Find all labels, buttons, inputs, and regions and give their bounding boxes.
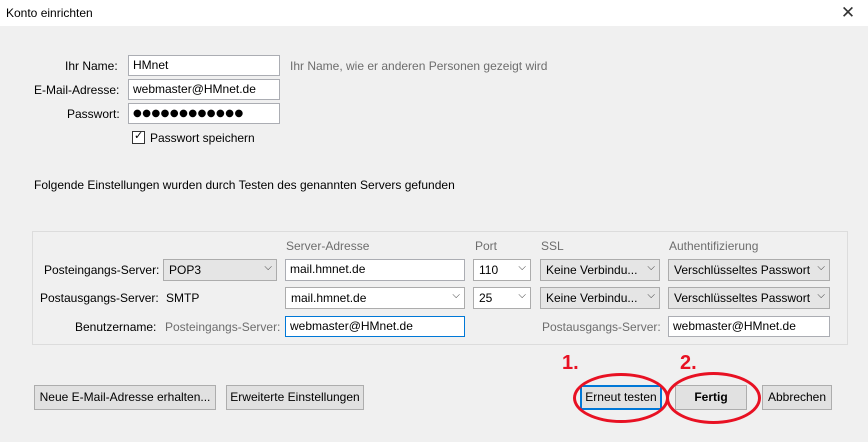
incoming-auth-select[interactable]: Verschlüsseltes Passwort ⌵ — [668, 259, 830, 281]
title-bar: Konto einrichten ✕ — [0, 0, 868, 26]
outgoing-auth-select[interactable]: Verschlüsseltes Passwort ⌵ — [668, 287, 830, 309]
window-title: Konto einrichten — [6, 6, 93, 20]
incoming-ssl-value: Keine Verbindu... — [546, 263, 638, 277]
username-label: Benutzername: — [75, 320, 157, 334]
incoming-port-value: 110 — [479, 263, 499, 277]
chevron-down-icon: ⌵ — [647, 262, 655, 273]
cancel-button[interactable]: Abbrechen — [762, 385, 832, 410]
header-server-address: Server-Adresse — [286, 239, 370, 253]
username-outgoing-input[interactable]: webmaster@HMnet.de — [668, 316, 830, 337]
chevron-down-icon: ⌵ — [817, 262, 825, 273]
check-icon: ✓ — [134, 129, 144, 142]
incoming-protocol-select[interactable]: POP3 ⌵ — [163, 259, 277, 281]
outgoing-address-value: mail.hmnet.de — [291, 291, 367, 305]
remember-password-checkbox[interactable]: ✓ — [132, 129, 145, 144]
name-input[interactable]: HMnet — [128, 55, 280, 76]
outgoing-server-label: Postausgangs-Server: — [40, 291, 159, 305]
outgoing-port-value: 25 — [479, 291, 493, 305]
annotation-ring-done — [666, 372, 761, 424]
annotation-step-1: 1. — [562, 352, 579, 374]
incoming-auth-value: Verschlüsseltes Passwort — [674, 263, 811, 277]
chevron-down-icon: ⌵ — [518, 262, 526, 273]
email-input[interactable]: webmaster@HMnet.de — [128, 79, 280, 100]
incoming-server-label: Posteingangs-Server: — [44, 263, 160, 277]
chevron-down-icon: ⌵ — [264, 262, 272, 273]
outgoing-ssl-select[interactable]: Keine Verbindu... ⌵ — [540, 287, 660, 309]
name-hint: Ihr Name, wie er anderen Personen gezeig… — [290, 59, 548, 73]
outgoing-ssl-value: Keine Verbindu... — [546, 291, 638, 305]
outgoing-auth-value: Verschlüsseltes Passwort — [674, 291, 811, 305]
username-outgoing-label: Postausgangs-Server: — [542, 320, 661, 334]
username-incoming-input[interactable]: webmaster@HMnet.de — [285, 316, 465, 337]
chevron-down-icon: ⌵ — [647, 290, 655, 301]
email-label: E-Mail-Adresse: — [34, 83, 120, 97]
remember-password-label[interactable]: Passwort speichern — [150, 131, 255, 145]
name-label: Ihr Name: — [65, 59, 118, 73]
annotation-step-2: 2. — [680, 352, 697, 374]
header-port: Port — [475, 239, 498, 253]
incoming-port-select[interactable]: 110 ⌵ — [473, 259, 531, 281]
outgoing-address-select[interactable]: mail.hmnet.de ⌵ — [285, 287, 465, 309]
new-address-button[interactable]: Neue E-Mail-Adresse erhalten... — [34, 385, 216, 410]
incoming-protocol-value: POP3 — [169, 263, 202, 277]
result-message: Folgende Einstellungen wurden durch Test… — [34, 178, 455, 192]
header-ssl: SSL — [541, 239, 564, 253]
close-icon[interactable]: ✕ — [836, 2, 860, 24]
chevron-down-icon: ⌵ — [518, 290, 526, 301]
username-incoming-label: Posteingangs-Server: — [165, 320, 281, 334]
advanced-settings-button[interactable]: Erweiterte Einstellungen — [226, 385, 364, 410]
header-auth: Authentifizierung — [669, 239, 759, 253]
password-input[interactable]: ●●●●●●●●●●●● — [128, 103, 280, 124]
outgoing-protocol: SMTP — [166, 291, 200, 305]
chevron-down-icon: ⌵ — [817, 290, 825, 301]
annotation-ring-retest — [573, 373, 669, 423]
outgoing-port-select[interactable]: 25 ⌵ — [473, 287, 531, 309]
incoming-address-input[interactable]: mail.hmnet.de — [285, 259, 465, 281]
chevron-down-icon: ⌵ — [452, 290, 460, 301]
password-label: Passwort: — [67, 107, 120, 121]
incoming-ssl-select[interactable]: Keine Verbindu... ⌵ — [540, 259, 660, 281]
